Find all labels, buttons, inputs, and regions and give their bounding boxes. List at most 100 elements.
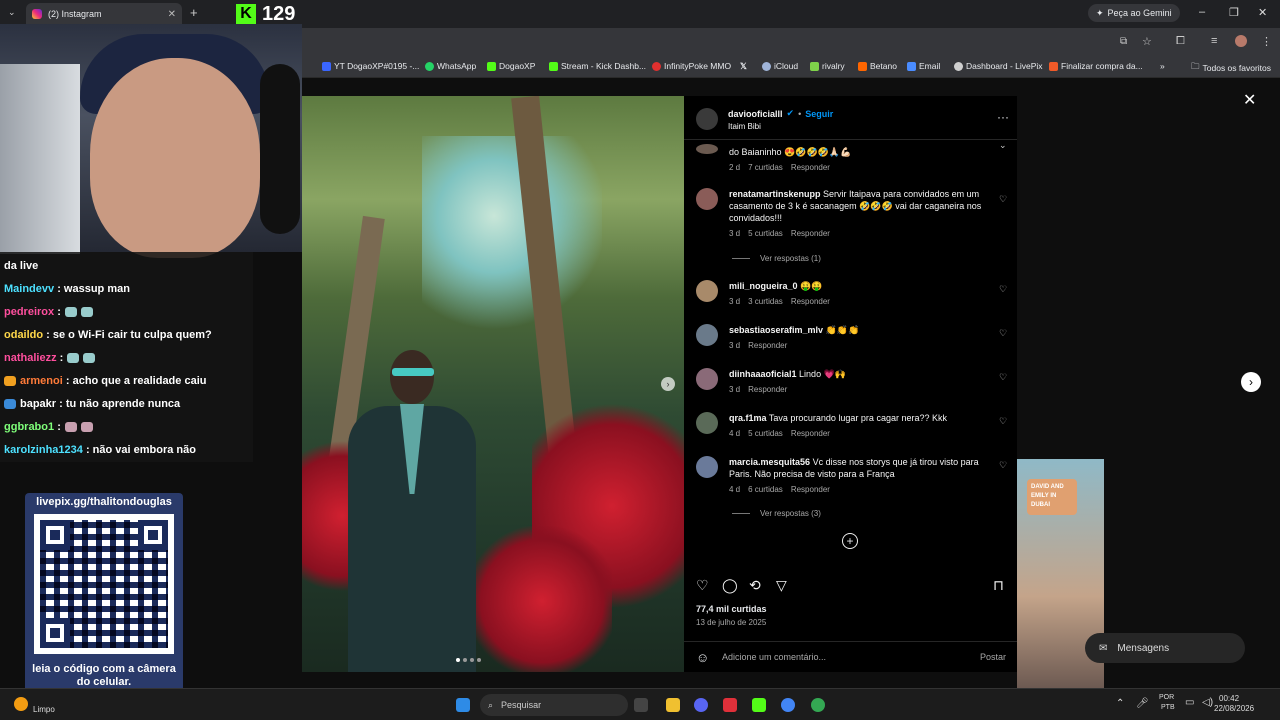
more-bookmarks-icon[interactable]: » bbox=[1160, 61, 1165, 71]
close-tab-icon[interactable]: ✕ bbox=[168, 9, 176, 20]
comment-username[interactable]: sebastiaoserafim_mlv bbox=[729, 325, 823, 335]
bookmark-item[interactable]: YT DogaoXP#0195 -... bbox=[322, 61, 419, 71]
bookmark-item[interactable]: Stream - Kick Dashb... bbox=[549, 61, 646, 71]
like-comment-icon[interactable]: ♡ bbox=[999, 284, 1007, 295]
reply-button[interactable]: Responder bbox=[748, 341, 787, 350]
bookmark-item[interactable]: 𝕏 bbox=[740, 61, 747, 72]
microphone-icon[interactable]: 🎤︎ bbox=[1136, 698, 1149, 709]
like-comment-icon[interactable]: ♡ bbox=[999, 194, 1007, 205]
comment-avatar[interactable] bbox=[696, 412, 718, 434]
comment-avatar[interactable] bbox=[696, 144, 718, 154]
comment-input[interactable]: Adicione um comentário... bbox=[722, 652, 826, 662]
like-comment-icon[interactable]: ♡ bbox=[999, 416, 1007, 427]
emoji-icon[interactable]: ☺ bbox=[696, 650, 709, 665]
load-more-comments-icon[interactable]: + bbox=[842, 533, 858, 549]
post-comment-button[interactable]: Postar bbox=[980, 652, 1006, 662]
chrome-icon[interactable] bbox=[781, 698, 795, 712]
comment-likes[interactable]: 6 curtidas bbox=[748, 485, 783, 494]
reply-button[interactable]: Responder bbox=[791, 429, 830, 438]
comment-avatar[interactable] bbox=[696, 280, 718, 302]
bookmark-item[interactable]: Betano bbox=[858, 61, 897, 71]
weather-label[interactable]: Limpo bbox=[33, 705, 55, 714]
view-replies[interactable]: Ver respostas (1) bbox=[732, 254, 821, 263]
keyboard-label[interactable]: PTB bbox=[1161, 704, 1175, 711]
comment-avatar[interactable] bbox=[696, 456, 718, 478]
menu-icon[interactable]: ⋮ bbox=[1261, 35, 1272, 48]
repost-icon[interactable]: ⟲ bbox=[749, 577, 761, 594]
volume-icon[interactable]: ◁) bbox=[1202, 697, 1213, 708]
like-icon[interactable]: ♡ bbox=[696, 577, 709, 594]
minimize-button[interactable]: – bbox=[1199, 6, 1205, 18]
reply-button[interactable]: Responder bbox=[791, 297, 830, 306]
messages-button[interactable]: ✉ Mensagens bbox=[1085, 633, 1245, 663]
like-comment-icon[interactable]: ♡ bbox=[999, 372, 1007, 383]
bookmark-star-icon[interactable]: ☆ bbox=[1142, 35, 1152, 48]
tray-chevron-icon[interactable]: ⌃ bbox=[1116, 698, 1124, 709]
reply-button[interactable]: Responder bbox=[791, 229, 830, 238]
comment-username[interactable]: mili_nogueira_0 bbox=[729, 281, 798, 291]
tab-list-icon[interactable]: ⌄ bbox=[8, 7, 16, 18]
language-label[interactable]: POR bbox=[1159, 694, 1174, 701]
bookmark-item[interactable]: InfinityPoke MMO bbox=[652, 61, 731, 71]
chrome-profile-icon[interactable] bbox=[811, 698, 825, 712]
bookmark-item[interactable]: WhatsApp bbox=[425, 61, 476, 71]
install-icon[interactable]: ⧉ bbox=[1120, 36, 1127, 47]
close-window-button[interactable]: ✕ bbox=[1258, 6, 1267, 19]
bookmark-item[interactable]: iCloud bbox=[762, 61, 798, 71]
reply-button[interactable]: Responder bbox=[748, 385, 787, 394]
comment-avatar[interactable] bbox=[696, 188, 718, 210]
next-post-icon[interactable]: › bbox=[1241, 372, 1261, 392]
reply-button[interactable]: Responder bbox=[791, 485, 830, 494]
profile-avatar[interactable] bbox=[1235, 35, 1247, 47]
view-replies[interactable]: Ver respostas (3) bbox=[732, 509, 821, 518]
like-count[interactable]: 77,4 mil curtidas bbox=[696, 604, 767, 614]
comment-likes[interactable]: 5 curtidas bbox=[748, 229, 783, 238]
new-tab-button[interactable]: + bbox=[190, 5, 198, 20]
share-icon[interactable]: ▽ bbox=[776, 577, 787, 594]
comment-username[interactable]: qra.f1ma bbox=[729, 413, 767, 423]
taskbar-search[interactable]: ⌕ Pesquisar bbox=[480, 694, 628, 716]
follow-button[interactable]: Seguir bbox=[805, 109, 833, 119]
bookmark-item[interactable]: Dashboard - LivePix bbox=[954, 61, 1043, 71]
maximize-button[interactable]: ❐ bbox=[1229, 6, 1239, 19]
tab-instagram[interactable]: (2) Instagram ✕ bbox=[26, 3, 182, 25]
all-favorites[interactable]: 🗀 Todos os favoritos bbox=[1191, 61, 1271, 75]
bookmark-item[interactable]: Email bbox=[907, 61, 940, 71]
comment-username[interactable]: marcia.mesquita56 bbox=[729, 457, 810, 467]
close-modal-icon[interactable]: ✕ bbox=[1243, 90, 1256, 110]
network-icon[interactable]: ▭ bbox=[1185, 697, 1194, 708]
comment-likes[interactable]: 3 curtidas bbox=[748, 297, 783, 306]
like-comment-icon[interactable]: ♡ bbox=[999, 460, 1007, 471]
reply-button[interactable]: Responder bbox=[791, 163, 830, 172]
author-avatar[interactable] bbox=[696, 108, 718, 130]
app-icon[interactable] bbox=[723, 698, 737, 712]
media-icon[interactable]: ≡ bbox=[1211, 35, 1217, 47]
comment-username[interactable]: diinhaaaoficial1 bbox=[729, 369, 797, 379]
bookmark-item[interactable]: DogaoXP bbox=[487, 61, 535, 71]
weather-icon[interactable] bbox=[14, 697, 28, 711]
comment-icon[interactable]: ◯ bbox=[722, 577, 738, 594]
file-explorer-icon[interactable] bbox=[666, 698, 680, 712]
comment-likes[interactable]: 7 curtidas bbox=[748, 163, 783, 172]
comment-avatar[interactable] bbox=[696, 324, 718, 346]
more-options-icon[interactable]: ··· bbox=[997, 110, 1009, 124]
bookmark-item[interactable]: Finalizar compra da... bbox=[1049, 61, 1143, 71]
comment-avatar[interactable] bbox=[696, 368, 718, 390]
bookmark-item[interactable]: rivalry bbox=[810, 61, 845, 71]
clock-date[interactable]: 22/08/2026 bbox=[1214, 704, 1254, 713]
extensions-icon[interactable]: ⧠ bbox=[1176, 35, 1185, 48]
like-comment-icon[interactable]: ♡ bbox=[999, 328, 1007, 339]
discord-icon[interactable] bbox=[694, 698, 708, 712]
post-location[interactable]: Itaim Bibi bbox=[728, 122, 761, 131]
comment-likes[interactable]: 5 curtidas bbox=[748, 429, 783, 438]
kick-app-icon[interactable] bbox=[752, 698, 766, 712]
task-view-icon[interactable] bbox=[634, 698, 648, 712]
photo-next-icon[interactable]: › bbox=[661, 377, 675, 391]
save-icon[interactable]: ⊓ bbox=[993, 577, 1004, 594]
post-photo[interactable] bbox=[302, 96, 684, 672]
clock-time[interactable]: 00:42 bbox=[1219, 694, 1239, 703]
comment-username[interactable]: renatamartinskenupp bbox=[729, 189, 821, 199]
windows-start-icon[interactable] bbox=[456, 698, 470, 712]
author-username[interactable]: daviooficialll bbox=[728, 109, 783, 119]
gemini-button[interactable]: ✦ Peça ao Gemini bbox=[1088, 4, 1180, 22]
